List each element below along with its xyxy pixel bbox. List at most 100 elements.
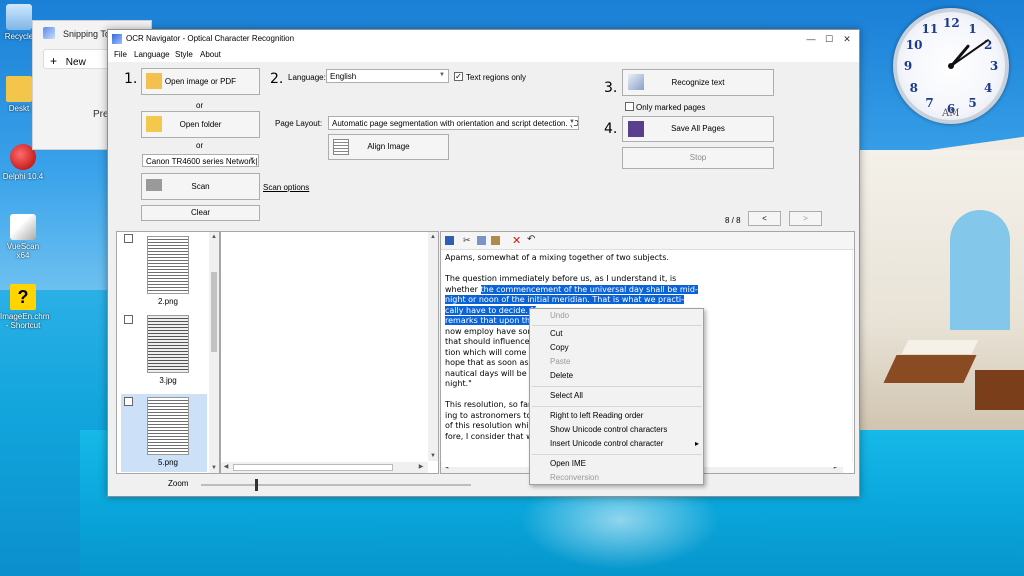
submenu-arrow-icon: ▸: [695, 439, 700, 448]
image-hscrollbar[interactable]: ◀ ▶: [221, 462, 428, 473]
save-icon: [628, 121, 644, 137]
text-line-plain: whether: [445, 284, 481, 294]
scroll-left-icon[interactable]: ◀: [221, 462, 231, 472]
language-select[interactable]: English ▼: [326, 69, 449, 83]
clock-number: 7: [925, 96, 934, 111]
scroll-down-icon[interactable]: ▼: [209, 463, 219, 473]
text-line-selected: the commencement of the universal day sh…: [480, 284, 698, 294]
cut-icon[interactable]: ✂: [463, 235, 471, 246]
scan-options-link[interactable]: Scan options: [263, 183, 309, 192]
scroll-down-icon[interactable]: ▼: [428, 451, 438, 461]
recognize-text-button[interactable]: Recognize text: [622, 69, 774, 96]
clock-number: 9: [903, 59, 913, 73]
text-line-plain: now employ have som: [445, 326, 536, 336]
context-menu-item[interactable]: Cut: [550, 329, 562, 338]
new-snip-label: New: [65, 57, 86, 68]
clear-button[interactable]: Clear: [141, 205, 260, 221]
menu-separator: [532, 386, 702, 387]
scroll-up-icon[interactable]: ▲: [209, 232, 219, 242]
recycle-bin-icon: [6, 4, 32, 30]
title-bar[interactable]: OCR Navigator - Optical Character Recogn…: [108, 30, 859, 48]
context-menu-item[interactable]: Select All: [550, 391, 583, 400]
open-image-button[interactable]: Open image or PDF: [141, 68, 260, 95]
context-menu-item[interactable]: Paste: [550, 357, 570, 366]
save-all-pages-button[interactable]: Save All Pages: [622, 116, 774, 142]
save-icon[interactable]: [445, 236, 454, 245]
clock-center: [948, 63, 954, 69]
context-menu-item[interactable]: Show Unicode control characters: [550, 425, 667, 434]
text-line: This resolution, so far: [445, 400, 531, 411]
text-line: The question immediately before us, as I…: [445, 274, 676, 285]
image-view-panel[interactable]: ▲ ▼ ◀ ▶: [220, 231, 439, 474]
menu-file[interactable]: File: [114, 50, 127, 59]
text-line-selected: cally have to decide. N: [445, 305, 537, 315]
thumbnail-panel[interactable]: 2.png 3.jpg 5.png ▲ ▼: [116, 231, 220, 474]
scroll-up-icon[interactable]: ▲: [428, 232, 438, 242]
thumbnail-item[interactable]: 3.jpg: [129, 315, 207, 385]
prev-page-button[interactable]: <: [748, 211, 781, 226]
thumbnail-scrollbar[interactable]: ▲ ▼: [209, 232, 219, 473]
next-page-button[interactable]: >: [789, 211, 822, 226]
scroll-thumb[interactable]: [211, 272, 217, 352]
context-menu-item[interactable]: Copy: [550, 343, 569, 352]
zoom-slider-track[interactable]: [201, 484, 471, 486]
context-menu-item[interactable]: Reconversion: [550, 473, 599, 482]
scan-label: Scan: [191, 182, 210, 191]
context-menu-item[interactable]: Open IME: [550, 459, 586, 468]
text-line-plain: The question immediately before us, as I…: [445, 274, 677, 283]
undo-icon[interactable]: ↶: [527, 234, 535, 245]
scroll-thumb[interactable]: [233, 464, 393, 471]
desktop-icon-vuescan[interactable]: VueScan x64: [0, 214, 46, 260]
stop-button[interactable]: Stop: [622, 147, 774, 169]
text-line-plain: hope that as soon as m: [445, 358, 539, 367]
minimize-button[interactable]: —: [802, 32, 820, 46]
zoom-slider-handle[interactable]: [255, 479, 258, 491]
text-line-plain: ing to astronomers to: [445, 410, 532, 420]
scanner-select[interactable]: Canon TR4600 series Network| ▼: [142, 154, 259, 167]
page-layout-select[interactable]: Automatic page segmentation with orienta…: [328, 116, 579, 130]
menu-language[interactable]: Language: [134, 50, 170, 59]
open-folder-button[interactable]: Open folder: [141, 111, 260, 138]
menu-style[interactable]: Style: [175, 50, 193, 59]
chevron-down-icon: ▼: [439, 72, 445, 78]
text-line: cally have to decide. N: [445, 305, 537, 317]
lounge-cushion: [901, 340, 979, 354]
thumbnail-label: 5.png: [157, 458, 179, 467]
page-layout-value: Automatic page segmentation with orienta…: [332, 119, 579, 128]
clock-number: 10: [905, 37, 923, 52]
delete-icon[interactable]: ✕: [512, 234, 521, 247]
folder-icon: [6, 76, 32, 102]
maximize-button[interactable]: ☐: [820, 32, 838, 46]
text-line-plain: that should influence u: [445, 337, 538, 346]
window-title: OCR Navigator - Optical Character Recogn…: [126, 34, 295, 43]
clock-number: 1: [968, 21, 977, 36]
clock-number: 5: [968, 96, 977, 111]
text-regions-checkbox[interactable]: ✓: [454, 72, 463, 81]
context-menu-item[interactable]: Insert Unicode control character: [550, 439, 663, 448]
step-2-label: 2.: [270, 71, 284, 87]
align-image-button[interactable]: Align Image: [328, 134, 449, 160]
text-line-plain: Apams, somewhat of a mixing together of …: [445, 253, 669, 262]
text-line: night or noon of the initial meridian. T…: [445, 295, 684, 306]
context-menu-item[interactable]: Right to left Reading order: [550, 411, 643, 420]
context-menu-item[interactable]: Undo: [550, 311, 569, 320]
minute-hand: [950, 38, 990, 67]
thumbnail-item[interactable]: 2.png: [129, 236, 207, 306]
image-vscrollbar[interactable]: ▲ ▼: [428, 232, 438, 461]
menu-about[interactable]: About: [200, 50, 221, 59]
only-marked-checkbox[interactable]: [625, 102, 634, 111]
paste-icon[interactable]: [491, 236, 500, 245]
scroll-right-icon[interactable]: ▶: [416, 462, 426, 472]
desktop-icon-imageen[interactable]: ? ImageEn.chm - Shortcut: [0, 284, 49, 330]
open-folder-label: Open folder: [179, 120, 222, 129]
desktop-icon-label: Delphi 10.4: [2, 172, 44, 181]
align-image-label: Align Image: [367, 142, 410, 151]
copy-icon[interactable]: [477, 236, 486, 245]
text-line: remarks that upon this: [445, 316, 537, 327]
context-menu-item[interactable]: Delete: [550, 371, 573, 380]
thumbnail-item[interactable]: 5.png: [129, 397, 207, 467]
scan-button[interactable]: Scan: [141, 173, 260, 200]
close-button[interactable]: ✕: [838, 32, 856, 46]
scanner-icon: [146, 179, 162, 191]
text-line: whether the commencement of the universa…: [445, 284, 698, 296]
